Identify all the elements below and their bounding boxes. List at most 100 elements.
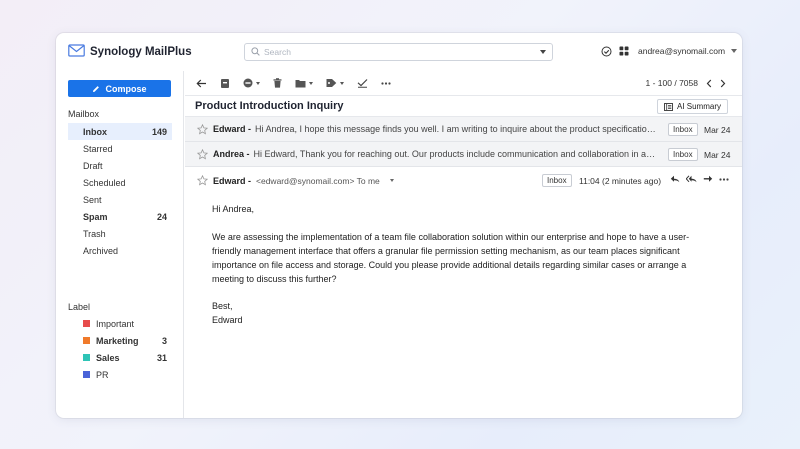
- thread-message-row[interactable]: Andrea - Hi Edward, Thank you for reachi…: [185, 142, 742, 167]
- ai-summary-button[interactable]: AI Summary: [656, 99, 728, 114]
- archive-icon[interactable]: [220, 75, 230, 91]
- app-name: Synology MailPlus: [90, 45, 192, 58]
- sidebar-item-scheduled[interactable]: Scheduled: [68, 174, 172, 191]
- sidebar-item-sent[interactable]: Sent: [68, 191, 172, 208]
- chevron-left-icon[interactable]: [706, 79, 712, 88]
- message-actions: [670, 175, 735, 183]
- pager-text: 1 - 100 / 7058: [645, 78, 698, 88]
- search-options-chevron-icon[interactable]: [540, 50, 546, 54]
- label-item-label: Sales: [96, 352, 120, 363]
- chevron-down-icon: [340, 81, 344, 85]
- sidebar-item-archived[interactable]: Archived: [68, 242, 172, 259]
- pager: 1 - 100 / 7058: [646, 71, 726, 95]
- body-closing: Best,: [212, 301, 233, 311]
- more-icon[interactable]: [381, 75, 391, 91]
- sidebar-item-inbox[interactable]: Inbox 149: [68, 123, 172, 140]
- search-icon: [251, 46, 260, 58]
- message-snippet: Hi Andrea, I hope this message finds you…: [255, 124, 658, 134]
- sidebar-item-label: Starred: [83, 143, 113, 154]
- folder-badge: Inbox: [668, 148, 698, 161]
- label-item-label: PR: [96, 369, 109, 380]
- reply-all-icon[interactable]: [686, 175, 697, 183]
- mail-window: Synology MailPlus andrea@synomail.com Co…: [56, 33, 742, 418]
- sidebar-item-label: Sent: [83, 194, 102, 205]
- chevron-down-icon: [309, 81, 313, 85]
- label-item-important[interactable]: Important: [68, 315, 172, 332]
- label-color-swatch: [83, 337, 90, 344]
- main-pane: 1 - 100 / 7058 Product Introduction Inqu…: [185, 71, 742, 418]
- message-date: Mar 24: [704, 125, 731, 135]
- sidebar-item-spam[interactable]: Spam 24: [68, 208, 172, 225]
- message-date: Mar 24: [704, 150, 731, 160]
- folder-badge: Inbox: [542, 174, 572, 187]
- search-input[interactable]: [264, 47, 540, 57]
- details-chevron-down-icon[interactable]: [389, 179, 394, 182]
- message-body: Hi Andrea, We are assessing the implemen…: [212, 202, 692, 327]
- sender-address-recipients: <edward@synomail.com> To me: [256, 175, 380, 186]
- back-arrow-icon[interactable]: [196, 75, 207, 91]
- chevron-down-icon: [256, 81, 260, 85]
- subject-bar: Product Introduction Inquiry AI Summary: [185, 95, 742, 117]
- brand[interactable]: Synology MailPlus: [68, 44, 192, 59]
- sidebar-item-starred[interactable]: Starred: [68, 140, 172, 157]
- reply-icon[interactable]: [670, 175, 680, 183]
- message-time: 11:04 (2 minutes ago): [579, 176, 662, 186]
- unread-count: 3: [161, 335, 167, 346]
- sidebar-item-label: Inbox: [83, 126, 107, 137]
- thread-message-row[interactable]: Edward - Hi Andrea, I hope this message …: [185, 117, 742, 142]
- sidebar-item-label: Scheduled: [83, 177, 126, 188]
- label-item-sales[interactable]: Sales 31: [68, 349, 172, 366]
- sidebar: Compose Mailbox Inbox 149 Starred Draft …: [56, 71, 184, 418]
- sidebar-item-label: Trash: [83, 228, 106, 239]
- open-message-header: Edward - <edward@synomail.com> To me Inb…: [185, 167, 742, 194]
- sidebar-item-label: Archived: [83, 245, 119, 256]
- compose-button[interactable]: Compose: [68, 80, 171, 97]
- thread-subject: Product Introduction Inquiry: [195, 100, 344, 112]
- folder-badge: Inbox: [668, 123, 698, 136]
- compose-label: Compose: [105, 83, 147, 94]
- more-icon[interactable]: [719, 177, 729, 181]
- pencil-icon: [93, 85, 100, 92]
- tag-icon[interactable]: [326, 75, 344, 91]
- search-box[interactable]: [244, 43, 553, 61]
- chevron-right-icon[interactable]: [720, 79, 726, 88]
- sender-name: Edward -: [213, 124, 252, 134]
- label-color-swatch: [83, 354, 90, 361]
- label-item-label: Marketing: [96, 335, 139, 346]
- label-nav: Important Marketing 3 Sales 31 PR: [68, 315, 172, 383]
- sidebar-item-trash[interactable]: Trash: [68, 225, 172, 242]
- label-item-marketing[interactable]: Marketing 3: [68, 332, 172, 349]
- folder-icon[interactable]: [295, 75, 313, 91]
- star-icon[interactable]: [196, 148, 209, 160]
- label-color-swatch: [83, 320, 90, 327]
- star-icon[interactable]: [196, 123, 209, 135]
- label-color-swatch: [83, 371, 90, 378]
- sidebar-item-label: Draft: [83, 160, 103, 171]
- task-check-icon[interactable]: [600, 45, 612, 57]
- account-chevron-down-icon[interactable]: [731, 49, 738, 53]
- label-item-label: Important: [96, 318, 135, 329]
- block-icon[interactable]: [243, 75, 260, 91]
- top-bar: Synology MailPlus andrea@synomail.com: [56, 33, 742, 71]
- body-greeting: Hi Andrea,: [212, 204, 255, 214]
- mark-read-check-icon[interactable]: [357, 75, 368, 91]
- mailbox-nav: Inbox 149 Starred Draft Scheduled Sent S…: [68, 123, 172, 259]
- mailbox-section-title: Mailbox: [68, 109, 100, 119]
- account-email[interactable]: andrea@synomail.com: [638, 46, 725, 56]
- body-paragraph: We are assessing the implementation of a…: [212, 231, 690, 284]
- ai-summary-label: AI Summary: [676, 102, 721, 111]
- apps-grid-icon[interactable]: [618, 45, 630, 57]
- unread-count: 31: [156, 352, 167, 363]
- mail-logo-icon: [68, 44, 85, 59]
- sidebar-item-draft[interactable]: Draft: [68, 157, 172, 174]
- label-item-pr[interactable]: PR: [68, 366, 172, 383]
- unread-count: 149: [151, 126, 167, 137]
- sender-name: Edward -: [213, 175, 252, 186]
- forward-icon[interactable]: [703, 175, 713, 183]
- unread-count: 24: [156, 211, 167, 222]
- trash-icon[interactable]: [273, 75, 282, 91]
- sidebar-item-label: Spam: [83, 211, 108, 222]
- star-icon[interactable]: [196, 174, 209, 186]
- summary-list-icon: [664, 102, 673, 111]
- sender-name: Andrea -: [213, 149, 250, 159]
